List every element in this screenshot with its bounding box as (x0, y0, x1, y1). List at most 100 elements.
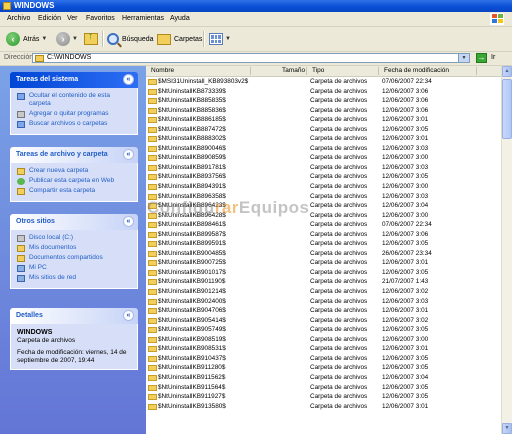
title-bar[interactable]: WINDOWS (0, 0, 512, 12)
file-type: Carpeta de archivos (310, 192, 368, 200)
file-row[interactable]: $NtUninstallKB890859$ Carpeta de archivos… (146, 153, 501, 163)
collapse-icon[interactable]: « (123, 149, 134, 160)
place-my-documents[interactable]: Mis documentos (17, 244, 131, 252)
folders-button[interactable]: Carpetas (157, 30, 202, 48)
column-divider[interactable] (378, 67, 379, 75)
file-row[interactable]: $NtUninstallKB900485$ Carpeta de archivos… (146, 249, 501, 259)
up-folder-button[interactable] (84, 30, 98, 48)
forward-button[interactable]: › ▼ (56, 30, 78, 48)
column-type[interactable]: Tipo (312, 67, 324, 75)
task-add-remove-programs[interactable]: Agregar o quitar programas (17, 110, 131, 118)
go-button[interactable]: Ir (491, 54, 495, 61)
file-row[interactable]: $NtUninstallKB901214$ Carpeta de archivos… (146, 287, 501, 297)
file-date: 12/06/2007 3:00 (382, 183, 429, 191)
file-row[interactable]: $NtUninstallKB908531$ Carpeta de archivos… (146, 344, 501, 354)
folder-icon (148, 184, 157, 191)
file-row[interactable]: $NtUninstallKB905749$ Carpeta de archivos… (146, 325, 501, 335)
back-button[interactable]: ‹ Atrás ▼ (6, 30, 47, 48)
address-input[interactable]: C:\WINDOWS ▼ (32, 53, 470, 63)
menu-herramientas[interactable]: Herramientas (122, 15, 164, 23)
search-button[interactable]: Búsqueda (107, 30, 154, 48)
panel-header[interactable]: Detalles « (10, 308, 138, 324)
file-row[interactable]: $NtUninstallKB887472$ Carpeta de archivos… (146, 125, 501, 135)
folder-icon (148, 374, 157, 381)
file-list[interactable]: Nombre Tamaño Tipo Fecha de modificación… (146, 66, 501, 434)
scroll-up-icon[interactable]: ▲ (502, 66, 512, 77)
file-date: 12/06/2007 3:05 (382, 364, 429, 372)
file-row[interactable]: $NtUninstallKB911562$ Carpeta de archivos… (146, 373, 501, 383)
file-name: $NtUninstallKB887472$ (158, 125, 226, 133)
folder-icon (148, 241, 157, 248)
place-shared-documents[interactable]: Documentos compartidos (17, 254, 131, 262)
file-row[interactable]: $NtUninstallKB888302$ Carpeta de archivos… (146, 134, 501, 144)
file-name: $NtUninstallKB886185$ (158, 116, 226, 124)
menu-favoritos[interactable]: Favoritos (86, 15, 115, 23)
panel-header[interactable]: Tareas de archivo y carpeta « (10, 147, 138, 163)
collapse-icon[interactable]: « (123, 310, 134, 321)
task-new-folder[interactable]: Crear nueva carpeta (17, 167, 131, 175)
file-row[interactable]: $NtUninstallKB910437$ Carpeta de archivos… (146, 354, 501, 364)
file-row[interactable]: $NtUninstallKB891781$ Carpeta de archivos… (146, 163, 501, 173)
task-hide-contents[interactable]: Ocultar el contenido de esta carpeta (17, 92, 131, 108)
file-row[interactable]: $NtUninstallKB893756$ Carpeta de archivos… (146, 172, 501, 182)
file-row[interactable]: $NtUninstallKB908519$ Carpeta de archivos… (146, 335, 501, 345)
go-arrow-icon[interactable]: → (476, 53, 487, 63)
place-local-disk[interactable]: Disco local (C:) (17, 234, 131, 242)
collapse-icon[interactable]: « (123, 74, 134, 85)
menu-ayuda[interactable]: Ayuda (170, 15, 190, 23)
collapse-icon[interactable]: « (123, 216, 134, 227)
column-name[interactable]: Nombre (151, 67, 174, 75)
task-publish-web[interactable]: Publicar esta carpeta en Web (17, 177, 131, 185)
file-row[interactable]: $NtUninstallKB900725$ Carpeta de archivos… (146, 258, 501, 268)
place-my-computer[interactable]: Mi PC (17, 264, 131, 272)
file-row[interactable]: $NtUninstallKB899587$ Carpeta de archivos… (146, 230, 501, 240)
column-date[interactable]: Fecha de modificación (384, 67, 449, 75)
file-row[interactable]: $NtUninstallKB894391$ Carpeta de archivos… (146, 182, 501, 192)
place-network[interactable]: Mis sitios de red (17, 274, 131, 282)
file-type: Carpeta de archivos (310, 345, 368, 353)
file-row[interactable]: $NtUninstallKB901017$ Carpeta de archivos… (146, 268, 501, 278)
file-type: Carpeta de archivos (310, 154, 368, 162)
file-row[interactable]: $NtUninstallKB886185$ Carpeta de archivos… (146, 115, 501, 125)
file-row[interactable]: $NtUninstallKB911564$ Carpeta de archivos… (146, 383, 501, 393)
column-size[interactable]: Tamaño (282, 67, 305, 75)
file-row[interactable]: $NtUninstallKB904706$ Carpeta de archivos… (146, 306, 501, 316)
panel-header[interactable]: Tareas del sistema « (10, 72, 138, 88)
panel-body: WINDOWS Carpeta de archivos Fecha de mod… (10, 324, 138, 370)
file-row[interactable]: $NtUninstallKB885835$ Carpeta de archivos… (146, 96, 501, 106)
details-panel: Detalles « WINDOWS Carpeta de archivos F… (10, 308, 138, 370)
column-divider[interactable] (306, 67, 307, 75)
scroll-down-icon[interactable]: ▼ (502, 423, 512, 434)
file-row[interactable]: $NtUninstallKB911280$ Carpeta de archivos… (146, 363, 501, 373)
views-icon (209, 33, 223, 45)
scroll-thumb[interactable] (502, 79, 512, 139)
menu-edicion[interactable]: Edición (38, 15, 61, 23)
views-button[interactable]: ▼ (209, 30, 231, 48)
back-label: Atrás (23, 35, 40, 43)
file-row[interactable]: $NtUninstallKB873339$ Carpeta de archivos… (146, 87, 501, 97)
file-row[interactable]: $NtUninstallKB902400$ Carpeta de archivos… (146, 297, 501, 307)
file-row[interactable]: $NtUninstallKB905414$ Carpeta de archivos… (146, 316, 501, 326)
file-row[interactable]: $NtUninstallKB885836$ Carpeta de archivos… (146, 106, 501, 116)
folder-icon (3, 2, 11, 10)
file-type: Carpeta de archivos (310, 125, 368, 133)
column-divider[interactable] (476, 67, 477, 75)
file-row[interactable]: $NtUninstallKB901190$ Carpeta de archivos… (146, 277, 501, 287)
task-label: Ocultar el contenido de esta carpeta (29, 92, 110, 107)
address-dropdown-icon[interactable]: ▼ (458, 54, 469, 62)
file-row[interactable]: $NtUninstallKB913580$ Carpeta de archivos… (146, 402, 501, 412)
column-divider[interactable] (250, 67, 251, 75)
vertical-scrollbar[interactable]: ▲ ▼ (501, 66, 512, 434)
menu-ver[interactable]: Ver (67, 15, 78, 23)
task-share-folder[interactable]: Compartir esta carpeta (17, 187, 131, 195)
file-row[interactable]: $NtUninstallKB898461$ Carpeta de archivos… (146, 220, 501, 230)
file-row[interactable]: $MSI31Uninstall_KB893803v2$ Carpeta de ar… (146, 77, 501, 87)
task-search-files[interactable]: Buscar archivos o carpetas (17, 120, 131, 128)
file-row[interactable]: $NtUninstallKB899591$ Carpeta de archivos… (146, 239, 501, 249)
file-row[interactable]: $NtUninstallKB911927$ Carpeta de archivos… (146, 392, 501, 402)
panel-header[interactable]: Otros sitios « (10, 214, 138, 230)
folder-icon (148, 269, 157, 276)
file-row[interactable]: $NtUninstallKB890046$ Carpeta de archivos… (146, 144, 501, 154)
menu-archivo[interactable]: Archivo (7, 15, 30, 23)
folder-icon (148, 155, 157, 162)
